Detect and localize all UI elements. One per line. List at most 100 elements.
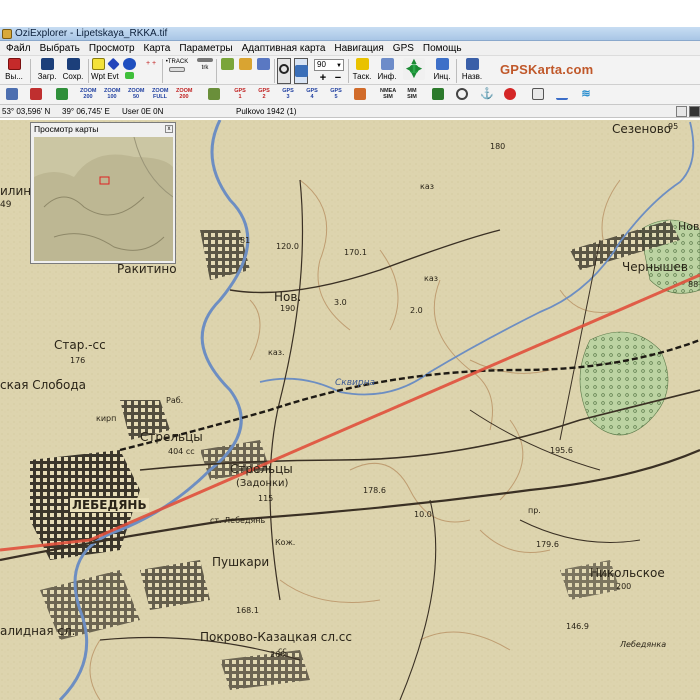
gps-1-button[interactable]: GPS 1 — [232, 88, 248, 101]
toolbar-separator — [274, 59, 275, 83]
zoom-tool-button[interactable] — [277, 58, 291, 84]
save-button[interactable]: Сохр. — [60, 58, 86, 84]
map-elev-180: 180 — [490, 142, 506, 151]
map-elev-115: 115 — [258, 494, 274, 503]
exit-button[interactable]: Вы... — [4, 58, 24, 84]
toolbar-separator — [216, 59, 217, 83]
route-list-button[interactable] — [237, 58, 253, 84]
toolbar-separator — [348, 59, 349, 83]
plus-tools-button[interactable]: + + — [140, 58, 162, 84]
map-label-pokrovo: Покрово-Казацкая сл.сс — [200, 630, 353, 644]
pen-button[interactable] — [430, 88, 446, 101]
menu-help[interactable]: Помощь — [423, 43, 462, 54]
toolbar-separator — [30, 59, 31, 83]
zoom-200-button[interactable]: ZOOM 200 — [80, 88, 97, 101]
measure-icon — [30, 88, 42, 100]
waypoint-list-button[interactable] — [219, 58, 235, 84]
event-button[interactable]: Evt — [106, 57, 120, 84]
menu-view[interactable]: Просмотр — [89, 43, 135, 54]
map-label-zadonki: (Задонки) — [236, 478, 289, 489]
zoom-50-button[interactable]: ZOOM 50 — [128, 88, 145, 101]
load-icon — [40, 58, 54, 70]
chart-icon — [532, 88, 544, 100]
stop-icon — [504, 88, 516, 100]
map-label-ss404: 404 сс — [168, 447, 195, 456]
track-off-button[interactable]: trk — [193, 58, 217, 84]
menu-navigation[interactable]: Навигация — [334, 43, 383, 54]
target-button[interactable] — [454, 88, 470, 101]
zoom-100-button[interactable]: ZOOM 100 — [104, 88, 121, 101]
overview-thumbnail[interactable] — [34, 137, 173, 261]
map-elev-88: 88 — [688, 280, 699, 289]
load-button[interactable]: Загр. — [35, 58, 59, 84]
map-label-rakitino: Ракитино — [117, 262, 177, 276]
map-label-pushkari: Пушкари — [212, 555, 270, 569]
map-elev-266: 266 — [270, 650, 286, 659]
route-list-icon — [238, 58, 252, 70]
map-elev-178-6: 178.6 — [363, 486, 386, 495]
measure-tool-button[interactable] — [28, 88, 44, 101]
zoom-200b-button[interactable]: ZOOM 200 — [176, 88, 193, 101]
signal-button[interactable]: ≋ — [578, 88, 594, 101]
zoom-full-button[interactable]: ZOOM FULL — [152, 88, 169, 101]
pencil-icon — [6, 88, 18, 100]
gps-4-button[interactable]: GPS 4 — [304, 88, 320, 101]
anchor-button[interactable]: ⚓ — [478, 88, 494, 101]
track-button[interactable]: Таск. — [351, 58, 373, 84]
info-icon — [380, 58, 394, 70]
navigate-arrows-icon: ▲ ◀ ▶ ▼ — [403, 57, 425, 80]
latitude-readout: 53° 03,596' N — [2, 107, 51, 116]
map-tool-button[interactable] — [206, 88, 222, 101]
gps-settings-button[interactable] — [352, 88, 368, 101]
close-icon[interactable]: x — [165, 125, 173, 133]
map-label-nov-right: Нов — [678, 220, 700, 233]
map-elev-195-6: 195.6 — [550, 446, 573, 455]
layers-button[interactable] — [255, 58, 271, 84]
zoom-select[interactable]: 90 ▼ — [314, 59, 344, 71]
map-label-novo: Нов. — [274, 290, 302, 304]
chart-button[interactable] — [530, 88, 546, 101]
coordinate-statusbar: 53° 03,596' N 39° 06,745' E User 0E 0N P… — [0, 105, 700, 118]
track-tool-button[interactable]: •TRACK — [165, 58, 189, 84]
edit-tool-button[interactable] — [4, 88, 20, 101]
gps-2-button[interactable]: GPS 2 — [256, 88, 272, 101]
map-label-skvirna: Сквирна — [335, 378, 375, 388]
map-label-pr: пр. — [528, 506, 541, 515]
menu-map[interactable]: Карта — [144, 43, 171, 54]
names-button[interactable]: Назв. — [460, 58, 484, 84]
map-elev-10: 10.0 — [414, 510, 432, 519]
list-icon — [220, 58, 234, 70]
nmea-sim-button[interactable]: NMEA SIM — [380, 88, 396, 101]
map-label-rab: Раб. — [166, 396, 184, 405]
map-elev-81: 81 — [240, 236, 251, 245]
save-icon — [66, 58, 80, 70]
user-grid-readout: User 0E 0N — [122, 107, 164, 116]
dark-mode-button[interactable] — [689, 106, 700, 117]
info-button[interactable]: Инф. — [376, 58, 398, 84]
layers-icon — [256, 58, 270, 70]
map-elev-146-9: 146.9 — [566, 622, 589, 631]
navigate-button[interactable]: ▲ ◀ ▶ ▼ — [400, 57, 428, 84]
copy-icon — [56, 88, 68, 100]
profile-button[interactable] — [554, 88, 570, 101]
exit-icon — [7, 58, 21, 70]
mm-sim-button[interactable]: MM SIM — [404, 88, 420, 101]
inc-button[interactable]: Инц. — [431, 58, 453, 84]
menu-file[interactable]: Файл — [6, 43, 31, 54]
menu-parameters[interactable]: Параметры — [179, 43, 232, 54]
gps-3-button[interactable]: GPS 3 — [280, 88, 296, 101]
magnifier-icon — [279, 64, 289, 74]
route-button[interactable] — [122, 58, 136, 84]
menu-select[interactable]: Выбрать — [40, 43, 80, 54]
gps-5-button[interactable]: GPS 5 — [328, 88, 344, 101]
waypoint-button[interactable]: Wpt — [91, 58, 105, 84]
menu-adaptive-map[interactable]: Адаптивная карта — [242, 43, 326, 54]
copy-tool-button[interactable] — [54, 88, 70, 101]
pan-tool-button[interactable] — [294, 58, 308, 84]
map-options-button[interactable] — [676, 106, 687, 117]
profile-icon — [556, 88, 568, 100]
menu-gps[interactable]: GPS — [393, 43, 414, 54]
wifi-icon: ≋ — [581, 88, 591, 100]
map-overview-panel[interactable]: Просмотр карты x — [30, 122, 176, 264]
stop-button[interactable] — [502, 88, 518, 101]
